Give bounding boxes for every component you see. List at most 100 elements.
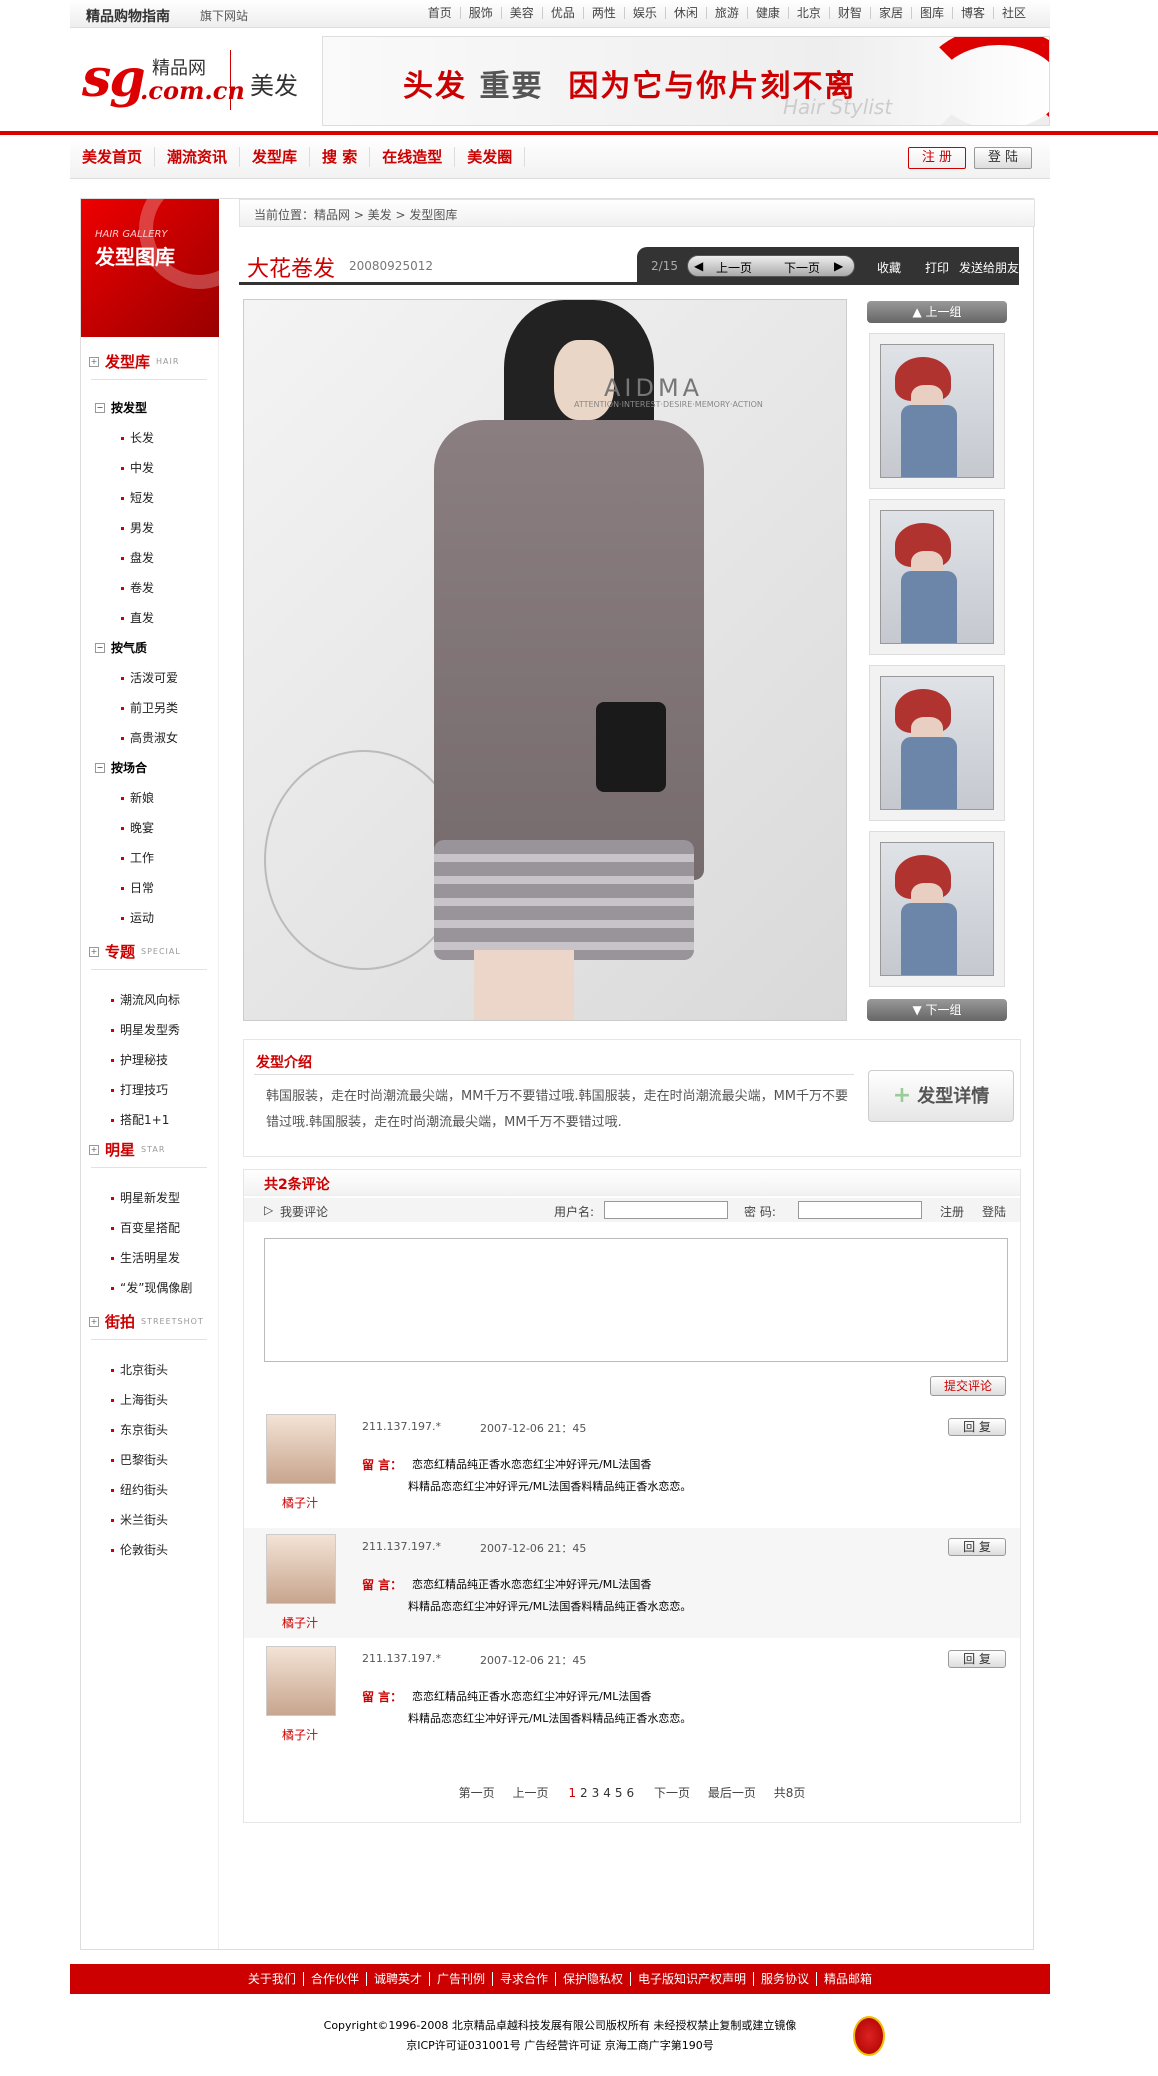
nav-item-news[interactable]: 潮流资讯	[155, 147, 241, 167]
sidebar-category[interactable]: + 街拍 STREETSHOT	[89, 1311, 204, 1332]
prev-page-button[interactable]: 上一页	[716, 259, 752, 276]
sidebar-item[interactable]: 工作	[121, 849, 154, 866]
top-nav-item[interactable]: 休闲	[664, 7, 706, 19]
avatar[interactable]	[266, 1646, 336, 1716]
top-nav-item[interactable]: 社区	[992, 7, 1034, 19]
submit-comment-button[interactable]: 提交评论	[930, 1376, 1006, 1396]
footer-link[interactable]: 关于我们	[241, 1972, 303, 1986]
expand-icon[interactable]: +	[89, 1144, 99, 1155]
pager-prev[interactable]: 上一页	[513, 1786, 549, 1800]
sidebar-item[interactable]: 东京街头	[111, 1421, 168, 1438]
prev-arrow-icon[interactable]: ◀	[694, 259, 703, 273]
reply-button[interactable]: 回 复	[948, 1418, 1006, 1436]
sidebar-item[interactable]: 短发	[121, 489, 154, 506]
style-detail-button[interactable]: + 发型详情	[868, 1070, 1014, 1122]
sidebar-item[interactable]: 上海街头	[111, 1391, 168, 1408]
footer-link[interactable]: 广告刊例	[428, 1972, 492, 1986]
collapse-icon[interactable]: −	[95, 762, 105, 773]
expand-icon[interactable]: +	[89, 356, 99, 367]
nav-item-home[interactable]: 美发首页	[82, 147, 156, 167]
sidebar-item[interactable]: 生活明星发	[111, 1249, 180, 1266]
nav-item-search[interactable]: 搜 索	[310, 147, 371, 167]
print-button[interactable]: 打印	[925, 259, 949, 276]
sidebar-item[interactable]: 新娘	[121, 789, 154, 806]
top-nav-item[interactable]: 财智	[828, 7, 870, 19]
comment-user[interactable]: 橘子汁	[282, 1614, 318, 1631]
pager-last[interactable]: 最后一页	[708, 1786, 756, 1800]
pager-page[interactable]: 2	[580, 1786, 588, 1800]
thumbnail[interactable]	[869, 333, 1005, 489]
sidebar-item[interactable]: 晚宴	[121, 819, 154, 836]
avatar[interactable]	[266, 1534, 336, 1604]
sidebar-item[interactable]: 活泼可爱	[121, 669, 178, 686]
pager-page[interactable]: 6	[627, 1786, 635, 1800]
sidebar-item[interactable]: 纽约街头	[111, 1481, 168, 1498]
expand-icon[interactable]: +	[89, 946, 99, 957]
sidebar-item[interactable]: 明星新发型	[111, 1189, 180, 1206]
expand-icon[interactable]: +	[89, 1316, 99, 1327]
sidebar-item[interactable]: 潮流风向标	[111, 991, 180, 1008]
sidebar-item[interactable]: 巴黎街头	[111, 1451, 168, 1468]
top-nav-item[interactable]: 旅游	[705, 7, 747, 19]
sidebar-item[interactable]: 明星发型秀	[111, 1021, 180, 1038]
top-nav-item[interactable]: 首页	[420, 7, 460, 19]
favorite-button[interactable]: 收藏	[877, 259, 901, 276]
register-button[interactable]: 注 册	[908, 147, 966, 169]
sidebar-item[interactable]: 长发	[121, 429, 154, 446]
avatar[interactable]	[266, 1414, 336, 1484]
top-nav-item[interactable]: 服饰	[459, 7, 501, 19]
footer-link[interactable]: 精品邮箱	[816, 1972, 880, 1986]
sidebar-category[interactable]: + 专题 SPECIAL	[89, 941, 181, 962]
sidebar-group[interactable]: − 按场合	[95, 759, 147, 776]
send-friend-button[interactable]: 发送给朋友	[959, 259, 1019, 276]
sidebar-item[interactable]: 盘发	[121, 549, 154, 566]
top-nav-item[interactable]: 两性	[582, 7, 624, 19]
nav-item-gallery[interactable]: 发型库	[240, 147, 311, 167]
thumbnail[interactable]	[869, 831, 1005, 987]
next-group-button[interactable]: ▼ 下一组	[867, 999, 1007, 1021]
footer-link[interactable]: 合作伙伴	[302, 1972, 366, 1986]
reply-button[interactable]: 回 复	[948, 1650, 1006, 1668]
footer-link[interactable]: 服务协议	[753, 1972, 817, 1986]
top-nav-item[interactable]: 图库	[910, 7, 952, 19]
pager-first[interactable]: 第一页	[459, 1786, 495, 1800]
sidebar-item[interactable]: 中发	[121, 459, 154, 476]
site-logo[interactable]: 精品购物指南	[86, 6, 170, 26]
pager-next[interactable]: 下一页	[654, 1786, 690, 1800]
comment-user[interactable]: 橘子汁	[282, 1726, 318, 1743]
footer-link[interactable]: 电子版知识产权声明	[630, 1972, 754, 1986]
top-nav-item[interactable]: 家居	[869, 7, 911, 19]
sidebar-item[interactable]: 前卫另类	[121, 699, 178, 716]
sidebar-item[interactable]: 高贵淑女	[121, 729, 178, 746]
comment-user[interactable]: 橘子汁	[282, 1494, 318, 1511]
thumbnail[interactable]	[869, 665, 1005, 821]
top-nav-item[interactable]: 美容	[500, 7, 542, 19]
sidebar-item[interactable]: 米兰街头	[111, 1511, 168, 1528]
main-photo[interactable]: AIDMA ATTENTION·INTEREST·DESIRE·MEMORY·A…	[243, 299, 847, 1021]
footer-link[interactable]: 诚聘英才	[365, 1972, 429, 1986]
sidebar-item[interactable]: 百变星搭配	[111, 1219, 180, 1236]
header-banner[interactable]: 头发 重要 因为它与你片刻不离 Hair Stylist	[322, 36, 1050, 126]
sidebar-item[interactable]: 直发	[121, 609, 154, 626]
thumbnail[interactable]	[869, 499, 1005, 655]
sidebar-item[interactable]: 男发	[121, 519, 154, 536]
sidebar-item[interactable]: 伦敦街头	[111, 1541, 168, 1558]
nav-item-styling[interactable]: 在线造型	[370, 147, 456, 167]
password-input[interactable]	[798, 1201, 922, 1219]
sg-logo-mark[interactable]: sg	[82, 48, 146, 109]
collapse-icon[interactable]: −	[95, 402, 105, 413]
sidebar-item[interactable]: 打理技巧	[111, 1081, 168, 1098]
comment-register-link[interactable]: 注册	[940, 1203, 964, 1220]
top-nav-item[interactable]: 娱乐	[623, 7, 665, 19]
footer-link[interactable]: 保护隐私权	[555, 1972, 631, 1986]
sidebar-item[interactable]: “发”现偶像剧	[111, 1279, 192, 1296]
username-input[interactable]	[604, 1201, 728, 1219]
pager-page[interactable]: 5	[615, 1786, 623, 1800]
collapse-icon[interactable]: −	[95, 642, 105, 653]
top-nav-item[interactable]: 博客	[951, 7, 993, 19]
login-button[interactable]: 登 陆	[974, 147, 1032, 169]
next-page-button[interactable]: 下一页	[784, 259, 820, 276]
top-nav-item[interactable]: 优品	[541, 7, 583, 19]
sidebar-category[interactable]: + 明星 STAR	[89, 1139, 165, 1160]
sidebar-item[interactable]: 北京街头	[111, 1361, 168, 1378]
